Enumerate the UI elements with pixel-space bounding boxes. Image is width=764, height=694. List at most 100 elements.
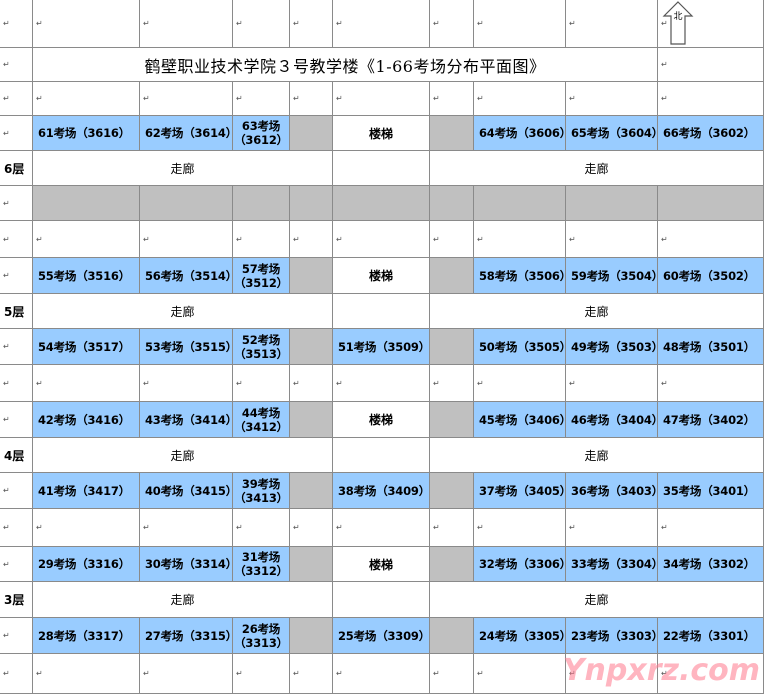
page-title: 鹤壁职业技术学院３号教学楼《1-66考场分布平面图》 (33, 48, 658, 82)
exam-room-cell: 61考场（3616） (33, 116, 140, 151)
empty-cell: ↵ (430, 221, 474, 258)
exam-room-cell: 64考场（3606） (474, 116, 566, 151)
exam-room-cell: 39考场（3413） (233, 473, 290, 509)
exam-room-cell: 48考场（3501） (658, 329, 764, 365)
empty-cell: ↵ (0, 402, 33, 438)
gray-cell (333, 186, 430, 221)
empty-cell: ↵ (658, 221, 764, 258)
stairs-cell: 楼梯 (333, 402, 430, 438)
gray-cell (290, 186, 333, 221)
exam-room-cell: 58考场（3506） (474, 258, 566, 294)
empty-cell: ↵ (0, 365, 33, 402)
empty-cell: ↵ (0, 82, 33, 116)
exam-room-cell: 36考场（3403） (566, 473, 658, 509)
empty-cell: ↵ (140, 82, 233, 116)
corridor-label: 走廊 (430, 438, 764, 473)
gray-cell (290, 329, 333, 365)
empty-cell: ↵ (233, 221, 290, 258)
exam-room-cell: 63考场（3612） (233, 116, 290, 151)
gray-cell (430, 329, 474, 365)
gray-cell (430, 402, 474, 438)
stairs-cell: 楼梯 (333, 116, 430, 151)
exam-room-cell: 24考场（3305） (474, 618, 566, 654)
exam-room-cell: 65考场（3604） (566, 116, 658, 151)
exam-room-cell: 38考场（3409） (333, 473, 430, 509)
empty-cell: ↵ (233, 509, 290, 547)
empty-cell: ↵ (430, 509, 474, 547)
gray-cell (430, 258, 474, 294)
exam-room-cell: 29考场（3316） (33, 547, 140, 582)
empty-cell: ↵ (0, 654, 33, 694)
gray-cell (33, 186, 140, 221)
exam-room-cell: 30考场（3314） (140, 547, 233, 582)
empty-cell: ↵ (33, 82, 140, 116)
empty-cell: ↵ (566, 509, 658, 547)
exam-room-cell: 57考场（3512） (233, 258, 290, 294)
empty-cell: ↵ (33, 365, 140, 402)
exam-room-cell: 34考场（3302） (658, 547, 764, 582)
gray-cell (290, 547, 333, 582)
exam-room-cell: 35考场（3401） (658, 473, 764, 509)
exam-room-cell: 62考场（3614） (140, 116, 233, 151)
empty-cell: ↵ (0, 0, 33, 48)
exam-room-cell: 26考场（3313） (233, 618, 290, 654)
empty-cell: ↵ (140, 509, 233, 547)
empty-cell: ↵ (290, 0, 333, 48)
exam-room-cell: 54考场（3517） (33, 329, 140, 365)
empty-cell: ↵ (0, 186, 33, 221)
empty-cell: ↵ (333, 82, 430, 116)
exam-room-cell: 56考场（3514） (140, 258, 233, 294)
floor-label: 6层 (0, 151, 33, 186)
floor-label: 4层 (0, 438, 33, 473)
gray-cell (233, 186, 290, 221)
empty-cell: ↵ (333, 221, 430, 258)
empty-cell: ↵ (33, 509, 140, 547)
gray-cell (430, 547, 474, 582)
empty-cell: ↵ (566, 365, 658, 402)
empty-cell: ↵ (474, 365, 566, 402)
exam-room-cell: 47考场（3402） (658, 402, 764, 438)
exam-room-cell: 49考场（3503） (566, 329, 658, 365)
exam-room-cell: 50考场（3505） (474, 329, 566, 365)
exam-room-cell: 33考场（3304） (566, 547, 658, 582)
exam-room-cell: 43考场（3414） (140, 402, 233, 438)
exam-room-cell: 32考场（3306） (474, 547, 566, 582)
exam-room-cell: 42考场（3416） (33, 402, 140, 438)
empty-cell: ↵ (0, 48, 33, 82)
gray-cell (290, 402, 333, 438)
empty-cell: ↵ (0, 473, 33, 509)
empty-cell: ↵ (290, 221, 333, 258)
empty-cell: ↵ (33, 221, 140, 258)
empty-cell: ↵ (430, 0, 474, 48)
corridor-label: 走廊 (430, 151, 764, 186)
gray-cell (430, 116, 474, 151)
empty-cell: ↵ (333, 509, 430, 547)
empty-cell: ↵ (474, 82, 566, 116)
exam-room-cell: 31考场（3312） (233, 547, 290, 582)
empty-cell: ↵ (566, 0, 658, 48)
empty-cell: ↵ (0, 116, 33, 151)
empty-cell: ↵ (140, 221, 233, 258)
exam-room-cell: 44考场（3412） (233, 402, 290, 438)
north-arrow-icon: 北 (661, 0, 695, 46)
empty-cell: ↵ (233, 365, 290, 402)
empty-cell (333, 294, 430, 329)
floor-label: 5层 (0, 294, 33, 329)
exam-room-cell: 23考场（3303） (566, 618, 658, 654)
empty-cell: ↵ (140, 365, 233, 402)
gray-cell (290, 618, 333, 654)
exam-room-cell: 22考场（3301） (658, 618, 764, 654)
exam-room-cell: 46考场（3404） (566, 402, 658, 438)
exam-room-cell: 53考场（3515） (140, 329, 233, 365)
empty-cell: ↵ (140, 654, 233, 694)
empty-cell: ↵ (474, 0, 566, 48)
corridor-label: 走廊 (33, 438, 333, 473)
empty-cell: ↵ (658, 48, 764, 82)
empty-cell: ↵ (233, 82, 290, 116)
gray-cell (658, 186, 764, 221)
exam-room-cell: 25考场（3309） (333, 618, 430, 654)
empty-cell: ↵ (333, 365, 430, 402)
floor-label: 3层 (0, 582, 33, 618)
gray-cell (290, 258, 333, 294)
empty-cell: ↵ (333, 0, 430, 48)
